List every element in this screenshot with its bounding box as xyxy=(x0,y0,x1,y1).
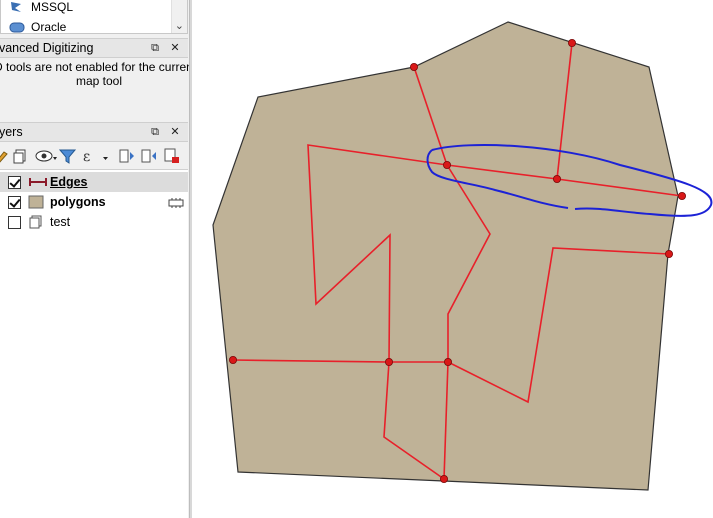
advanced-digitizing-title-bar: dvanced Digitizing ⧉ ✕ xyxy=(0,38,188,58)
layer-label: polygons xyxy=(50,195,106,209)
browser-item-oracle[interactable]: Oracle xyxy=(9,18,67,34)
left-dock-panel: MSSQL Oracle ⌄ dvanced Digitizing ⧉ ✕ D … xyxy=(0,0,190,518)
vertex-marker xyxy=(553,174,562,183)
browser-item-mssql[interactable]: MSSQL xyxy=(9,0,73,16)
layers-toolbar: ε xyxy=(0,143,188,169)
polygon-layer-icon xyxy=(28,195,44,209)
layers-title-bar: ayers ⧉ ✕ xyxy=(0,122,188,142)
browser-item-label: MSSQL xyxy=(31,0,74,14)
browser-tree: MSSQL Oracle ⌄ xyxy=(0,0,188,34)
vertex-marker xyxy=(442,160,451,169)
layer-label: test xyxy=(50,215,71,229)
layer-row-edges[interactable]: Edges xyxy=(0,172,188,192)
editing-pencil-icon[interactable] xyxy=(168,197,184,208)
vertex-marker xyxy=(228,355,237,364)
layer-visibility-checkbox[interactable] xyxy=(8,195,21,209)
map-canvas[interactable] xyxy=(192,0,713,518)
eye-icon[interactable] xyxy=(35,148,57,164)
float-dock-icon[interactable]: ⧉ xyxy=(148,125,162,139)
layer-row-test[interactable]: test xyxy=(0,212,188,232)
remove-layer-icon[interactable] xyxy=(163,148,181,164)
advanced-digitizing-body: D tools are not enabled for the current … xyxy=(0,59,190,121)
float-dock-icon[interactable]: ⧉ xyxy=(148,41,162,55)
line-layer-icon xyxy=(28,175,47,189)
layer-tree: Edges polygons test xyxy=(0,169,188,518)
map-canvas-svg xyxy=(212,21,713,491)
layer-visibility-checkbox[interactable] xyxy=(8,175,21,189)
layer-label: Edges xyxy=(50,175,88,189)
oracle-icon xyxy=(9,20,25,33)
style-icon[interactable] xyxy=(0,148,12,164)
mssql-icon xyxy=(9,0,25,14)
vertex-marker xyxy=(443,357,452,366)
expand-all-icon[interactable] xyxy=(118,148,136,164)
close-icon[interactable]: ✕ xyxy=(168,41,182,55)
add-group-icon[interactable] xyxy=(12,148,30,164)
browser-scrollbar[interactable]: ⌄ xyxy=(171,0,187,33)
advanced-digitizing-title: dvanced Digitizing xyxy=(0,41,94,55)
layer-visibility-checkbox[interactable] xyxy=(8,215,21,229)
close-icon[interactable]: ✕ xyxy=(168,125,182,139)
layers-title: ayers xyxy=(0,125,23,139)
svg-text:ε: ε xyxy=(83,149,90,164)
vertex-marker xyxy=(384,357,393,366)
cad-disabled-message: D tools are not enabled for the current xyxy=(0,60,190,74)
vertex-marker xyxy=(439,474,448,483)
vertex-marker xyxy=(409,63,418,72)
cad-disabled-message-cont: map tool xyxy=(75,74,123,88)
collapse-all-icon[interactable] xyxy=(140,148,158,164)
layer-row-polygons[interactable]: polygons xyxy=(0,192,188,212)
vertex-marker xyxy=(678,191,687,200)
chevron-down-icon[interactable]: ⌄ xyxy=(175,19,184,32)
browser-item-label: Oracle xyxy=(31,20,67,34)
group-layer-icon xyxy=(28,215,44,229)
filter-icon[interactable] xyxy=(58,148,77,164)
vertex-marker xyxy=(568,39,577,48)
vertex-marker xyxy=(665,249,674,258)
expression-filter-icon[interactable]: ε xyxy=(82,148,108,165)
